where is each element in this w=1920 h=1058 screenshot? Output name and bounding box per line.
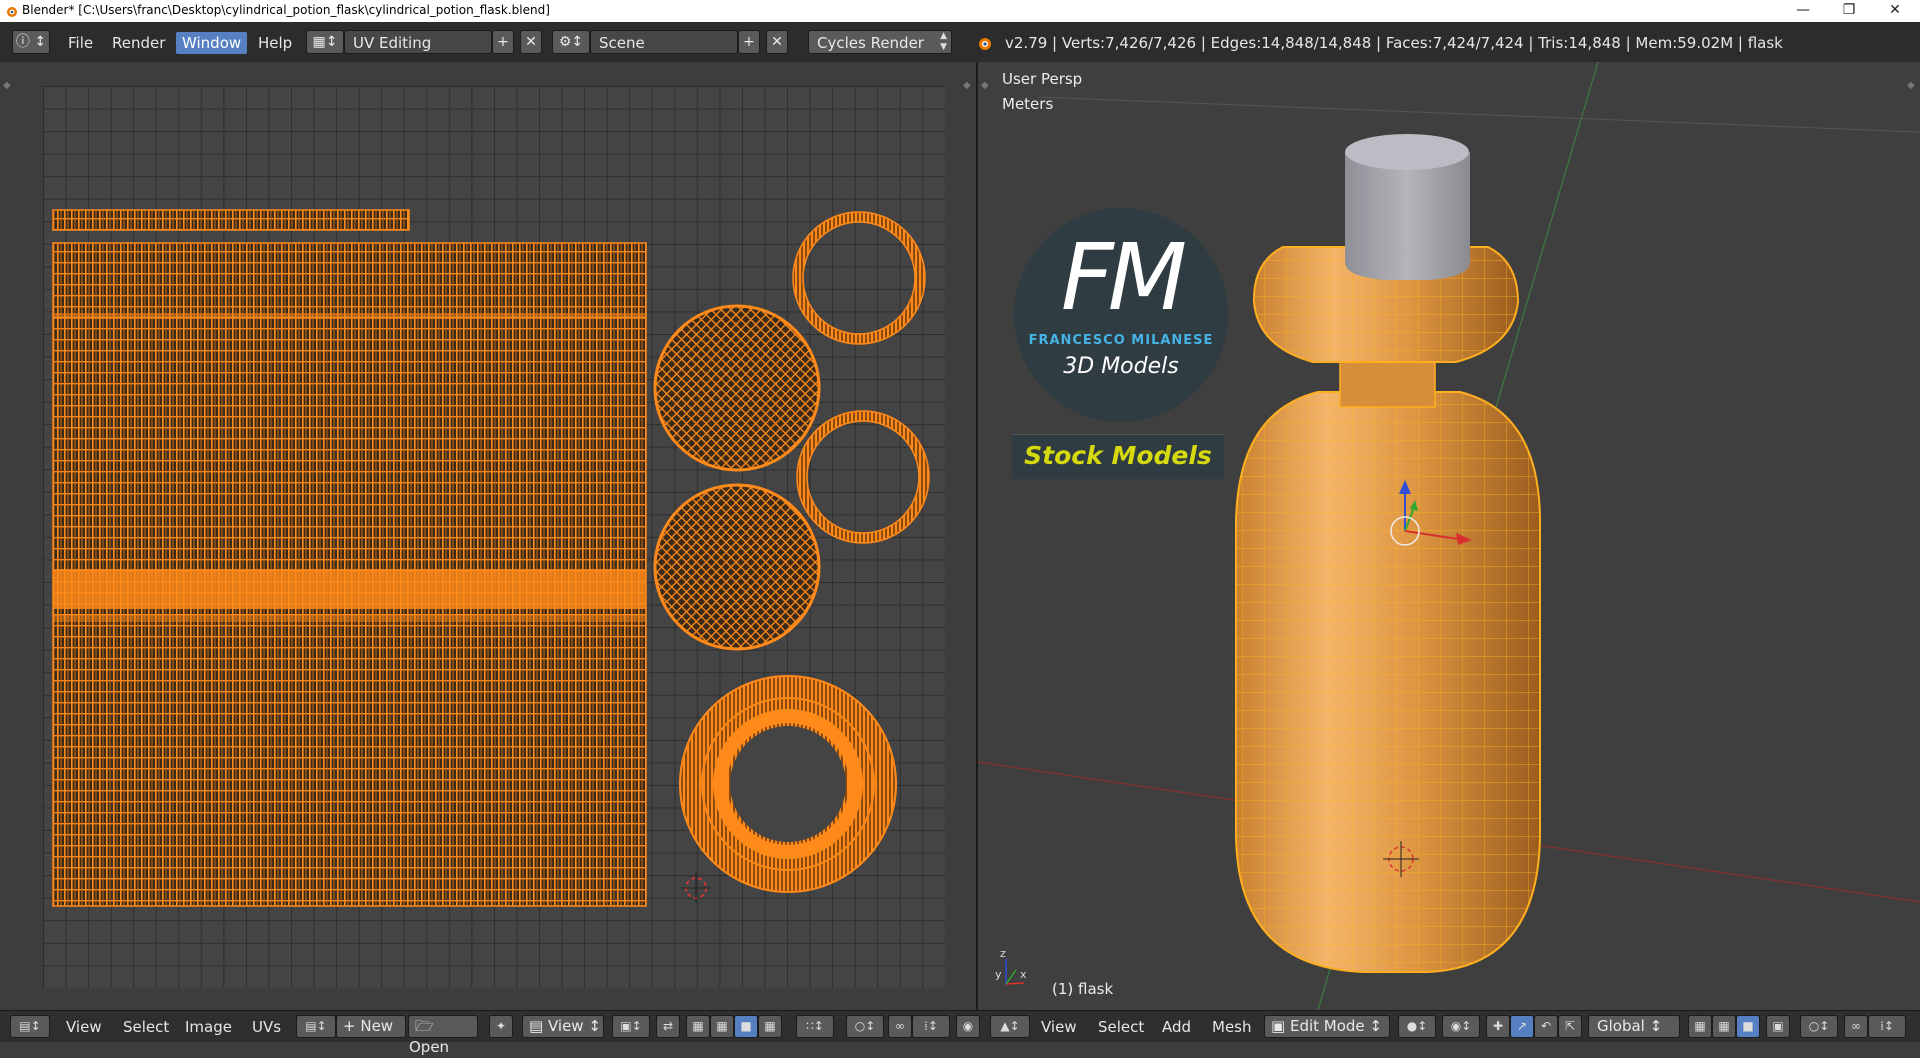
window-titlebar: Blender* [C:\Users\franc\Desktop\cylindr… [0, 0, 1920, 22]
uv-menu-uvs[interactable]: UVs [252, 1017, 281, 1037]
remove-screen-icon[interactable]: ✕ [520, 30, 542, 54]
info-header: ⓘ ↕ File Render Window Help ▦↕ UV Editin… [0, 22, 1920, 63]
open-image-button[interactable]: 🗁 Open [408, 1015, 478, 1056]
scale-icon[interactable]: ⇱ [1558, 1015, 1582, 1038]
scene-select[interactable]: Scene [590, 30, 738, 54]
face-select-3d-icon[interactable]: ■ [1736, 1015, 1760, 1038]
info-editor-type-icon[interactable]: ⓘ ↕ [12, 30, 50, 54]
scene-render: z y x [978, 62, 1920, 1010]
view-mode-select[interactable]: ▤ View ↕ [522, 1015, 604, 1038]
new-image-button[interactable]: + New [336, 1015, 406, 1038]
uv-2d-cursor-icon[interactable] [681, 873, 711, 903]
uv-ring-island [793, 212, 925, 344]
island-select-icon[interactable]: ▦ [758, 1015, 782, 1038]
pivot-icon[interactable]: ▣↕ [612, 1015, 650, 1038]
active-object-label: (1) flask [1052, 980, 1114, 998]
uv-strip-island [52, 209, 410, 231]
orientation-axes-icon: z y x [995, 947, 1027, 985]
remove-scene-icon[interactable]: ✕ [766, 30, 788, 54]
region-toggle-icon[interactable]: ◆ [3, 80, 11, 91]
3d-menu-select[interactable]: Select [1098, 1017, 1144, 1037]
blender-stats-icon [979, 38, 991, 50]
menu-file[interactable]: File [62, 32, 99, 54]
vertex-select-icon[interactable]: ▦ [686, 1015, 710, 1038]
proportional-edit-icon[interactable]: ○↕ [846, 1015, 884, 1038]
3d-menu-mesh[interactable]: Mesh [1212, 1017, 1252, 1037]
watermark-banner: Stock Models [1012, 434, 1224, 479]
occlude-geometry-icon[interactable]: ▣ [1766, 1015, 1790, 1038]
uv-menu-image[interactable]: Image [185, 1017, 232, 1037]
uv-ring-island [797, 411, 929, 543]
mode-select[interactable]: ▣ Edit Mode ↕ [1264, 1015, 1390, 1038]
svg-text:y: y [995, 968, 1002, 981]
snap-3d-icon[interactable]: ∞ [1844, 1015, 1868, 1038]
minimize-icon[interactable]: — [1780, 0, 1826, 22]
screen-layout-icon[interactable]: ▦↕ [306, 30, 344, 54]
menu-window[interactable]: Window [176, 32, 248, 54]
blender-logo-icon [7, 7, 17, 17]
svg-text:z: z [1000, 947, 1006, 960]
screen-layout-label: UV Editing [353, 34, 432, 52]
watermark-author: FRANCESCO MILANESE [1028, 333, 1214, 348]
editor-headers: ▤↕ View Select Image UVs ▤↕ + New 🗁 Open… [0, 1010, 1920, 1056]
menu-help[interactable]: Help [252, 32, 298, 54]
watermark-logo: FM FRANCESCO MILANESE 3D Models [1014, 208, 1228, 422]
viewport-shading-icon[interactable]: ●↕ [1398, 1015, 1436, 1038]
scene-icon[interactable]: ⚙↕ [552, 30, 590, 54]
view-mode-label: View [547, 1017, 584, 1035]
chevron-updown-icon: ▲ ▼ [940, 31, 947, 52]
uv-disc-island [653, 304, 821, 472]
edge-select-3d-icon[interactable]: ▦ [1712, 1015, 1736, 1038]
close-icon[interactable]: ✕ [1872, 0, 1918, 22]
image-editor-type-icon[interactable]: ▤↕ [10, 1015, 50, 1038]
uv-disc-island [653, 483, 821, 651]
screen-layout-select[interactable]: UV Editing [344, 30, 492, 54]
snap-element-3d-icon[interactable]: ⁞↕ [1868, 1015, 1906, 1038]
orientation-select[interactable]: Global ↕ [1588, 1015, 1680, 1038]
scene-stats: v2.79 | Verts:7,426/7,426 | Edges:14,848… [1005, 34, 1783, 52]
render-engine-select[interactable]: Cycles Render ▲ ▼ [808, 30, 952, 54]
render-engine-label: Cycles Render [817, 34, 924, 52]
snap-icon[interactable]: ∞ [888, 1015, 912, 1038]
sync-selection-icon[interactable]: ⇄ [656, 1015, 680, 1038]
uv-menu-view[interactable]: View [66, 1017, 102, 1037]
vertex-select-3d-icon[interactable]: ▦ [1688, 1015, 1712, 1038]
flask-cap [1345, 152, 1470, 280]
orientation-label: Global [1597, 1017, 1645, 1035]
watermark-subtitle: 3D Models [1063, 354, 1179, 379]
pivot-point-icon[interactable]: ◉↕ [1442, 1015, 1480, 1038]
3d-viewport[interactable]: ◆ ◆ User Persp Meters z y x FM FRANCESCO… [978, 62, 1920, 1010]
add-screen-icon[interactable]: + [492, 30, 514, 54]
translate-icon[interactable]: ↗ [1510, 1015, 1534, 1038]
sticky-mode-icon[interactable]: ∷↕ [796, 1015, 834, 1038]
uv-grid[interactable] [43, 86, 945, 988]
3d-menu-add[interactable]: Add [1162, 1017, 1191, 1037]
region-toggle-icon[interactable]: ◆ [963, 80, 971, 91]
watermark-banner-label: Stock Models [1024, 441, 1212, 470]
uv-islands [52, 209, 930, 907]
add-scene-icon[interactable]: + [738, 30, 760, 54]
manipulator-toggle-icon[interactable]: ✚ [1486, 1015, 1510, 1038]
snap-element-icon[interactable]: ⁞↕ [912, 1015, 950, 1038]
scene-label: Scene [599, 34, 645, 52]
window-title: Blender* [C:\Users\franc\Desktop\cylindr… [22, 3, 550, 17]
svg-text:x: x [1020, 968, 1027, 981]
rotate-icon[interactable]: ↶ [1534, 1015, 1558, 1038]
pin-icon[interactable]: ✦ [489, 1015, 513, 1038]
3d-menu-view[interactable]: View [1041, 1017, 1077, 1037]
render-preview-icon[interactable]: ◉ [956, 1015, 980, 1038]
3d-editor-type-icon[interactable]: ▲↕ [990, 1015, 1030, 1038]
uv-menu-select[interactable]: Select [123, 1017, 169, 1037]
image-browse-icon[interactable]: ▤↕ [296, 1015, 336, 1038]
mode-label: Edit Mode [1289, 1017, 1365, 1035]
face-select-icon[interactable]: ■ [734, 1015, 758, 1038]
edge-select-icon[interactable]: ▦ [710, 1015, 734, 1038]
proportional-edit-3d-icon[interactable]: ○↕ [1800, 1015, 1838, 1038]
watermark-initials: FM [1060, 224, 1187, 331]
restore-icon[interactable]: ❐ [1826, 0, 1872, 22]
menu-render[interactable]: Render [106, 32, 171, 54]
new-image-label: New [360, 1017, 394, 1035]
